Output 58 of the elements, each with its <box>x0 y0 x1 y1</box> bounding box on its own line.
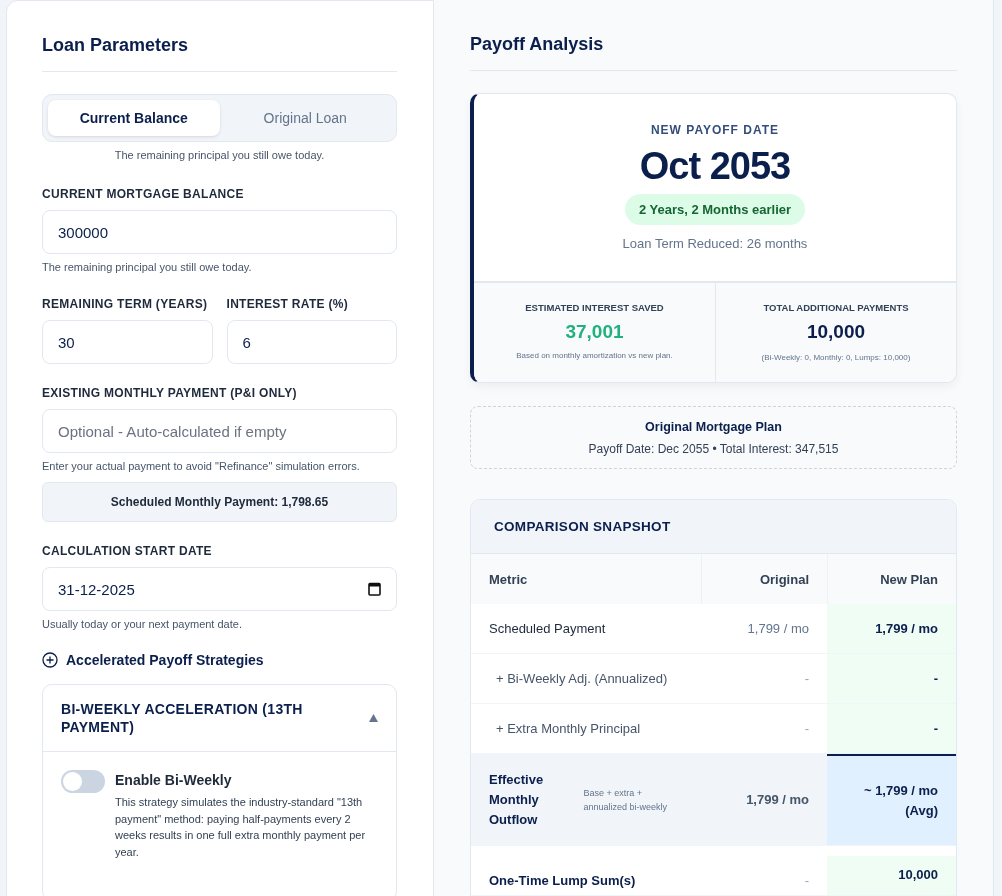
card-label: NEW PAYOFF DATE <box>650 123 780 137</box>
hint-text: The remaining principal you still owe today. <box>42 261 253 273</box>
table-cell-text: 1,799 / mo <box>746 790 809 809</box>
stat-note: Based on monthly amortization vs new plan. <box>516 351 673 360</box>
accordion-header[interactable]: BI-WEEKLY ACCELERATION (13TH PAYMENT) <box>43 685 396 752</box>
table-cell-text: 1,799 / mo <box>747 619 809 638</box>
balance-field[interactable]: 300000 <box>42 210 397 254</box>
column-header: Metric <box>471 554 701 604</box>
table-cell-text: ~ 1,799 / mo (Avg) <box>862 781 938 820</box>
hint-text: Usually today or your next payment date. <box>42 618 243 630</box>
stat-value: 10,000 <box>806 321 866 343</box>
plan-title: Original Mortgage Plan <box>645 420 782 434</box>
metric-note: Base + extra + annualized bi-weekly <box>583 786 669 814</box>
field-label: REMAINING TERM (YEARS) <box>42 297 209 311</box>
column-header: New Plan <box>827 554 956 604</box>
plan-details: Payoff Date: Dec 2055 • Total Interest: 347,515 <box>588 442 839 456</box>
date-field[interactable]: 31-12-2025 <box>42 567 397 611</box>
column-header: Original <box>701 554 827 604</box>
payment-field[interactable]: Optional - Auto-calculated if empty <box>42 409 397 453</box>
plus-circle-icon <box>42 652 58 668</box>
mode-tab[interactable]: Original Loan <box>219 100 391 136</box>
table-cell-text: - <box>933 719 938 738</box>
table-cell-text: 10,000 <box>898 866 938 884</box>
table-cell-text: Effective Monthly Outflow <box>489 770 545 829</box>
stat-note: (Bi-Weekly: 0, Monthly: 0, Lumps: 10,000) <box>761 353 911 362</box>
section-title: Payoff Analysis <box>470 34 957 71</box>
rate-field[interactable]: 6 <box>226 320 397 364</box>
field-label: CURRENT MORTGAGE BALANCE <box>42 187 245 201</box>
toggle-label: Enable Bi-Weekly <box>115 772 233 788</box>
section-title: Loan Parameters <box>42 35 397 72</box>
field-label: EXISTING MONTHLY PAYMENT (P&I ONLY) <box>42 386 298 400</box>
field-label: CALCULATION START DATE <box>42 544 213 558</box>
table-cell-text: - <box>804 669 809 688</box>
comparison-title: COMPARISON SNAPSHOT <box>471 500 956 554</box>
table-cell-text: + Extra Monthly Principal <box>495 719 641 738</box>
toggle-switch[interactable] <box>61 770 105 793</box>
hint-text: Enter your actual payment to avoid "Refinance" simulation errors. <box>42 460 361 472</box>
field-label: INTEREST RATE (%) <box>226 297 350 311</box>
table-cell-text: One-Time Lump Sum(s) <box>489 872 636 890</box>
table-cell-text: Scheduled Payment <box>489 619 606 638</box>
stat-label: ESTIMATED INTEREST SAVED <box>525 302 664 313</box>
payoff-date: Oct 2053 <box>639 145 791 188</box>
description-text: This strategy simulates the industry-standard "13th payment" method: paying half-payments every 2 weeks results in one full extra monthly payment per year. <box>115 795 367 860</box>
table-cell-text: 1,799 / mo <box>875 619 938 638</box>
calendar-icon[interactable] <box>368 582 381 596</box>
term-reduced-text: Loan Term Reduced: 26 months <box>622 236 808 251</box>
mode-tab[interactable]: Current Balance <box>48 100 220 136</box>
hint-text: The remaining principal you still owe today. <box>113 149 326 161</box>
stat-value: 37,001 <box>565 321 624 343</box>
earlier-badge: 2 Years, 2 Months earlier <box>624 194 806 225</box>
table-cell-text: + Bi-Weekly Adj. (Annualized) <box>495 669 668 688</box>
table-cell-text: - <box>804 719 809 738</box>
scheduled-payment-banner: Scheduled Monthly Payment: 1,798.65 <box>42 482 397 522</box>
table-cell-text: - <box>933 669 938 688</box>
stat-label: TOTAL ADDITIONAL PAYMENTS <box>763 302 909 313</box>
table-cell-text: - <box>804 872 809 890</box>
term-field[interactable]: 30 <box>42 320 213 364</box>
strategies-heading: Accelerated Payoff Strategies <box>66 652 264 668</box>
